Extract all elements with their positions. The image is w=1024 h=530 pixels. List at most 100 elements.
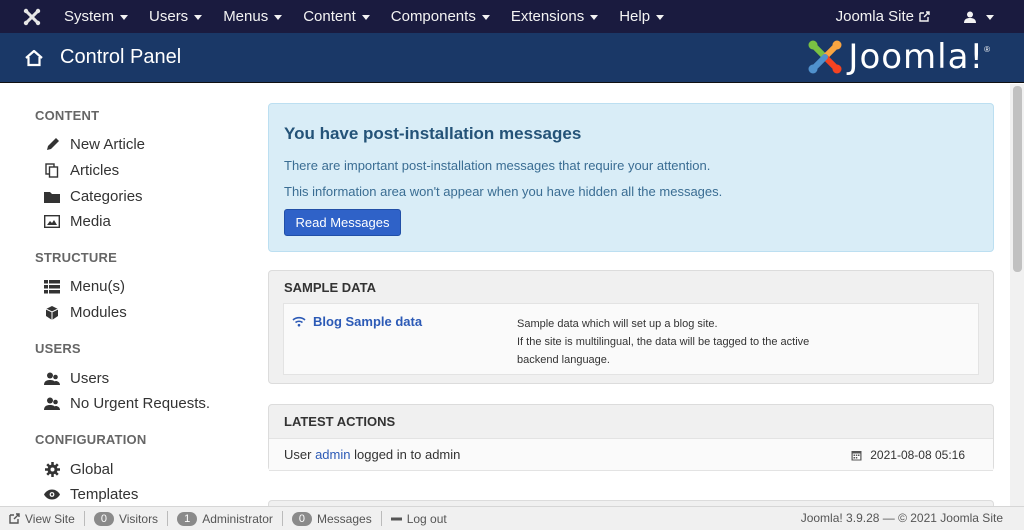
sidebar-item-media[interactable]: Media [43,213,111,230]
sidebar-item-label: Templates [70,486,139,503]
messages-link[interactable]: 0 Messages [283,511,381,527]
administrator-badge: 1 [177,511,198,526]
sidebar-item-categories[interactable]: Categories [43,188,143,205]
visitors-badge: 0 [93,511,114,526]
menu-extensions[interactable]: Extensions [510,0,599,33]
sidebar-item-new-article[interactable]: New Article [43,136,145,153]
description-line: backend language. [517,354,610,366]
version-copyright: Joomla! 3.9.28 — © 2021 Joomla Site [800,511,1003,525]
sidebar-item-modules[interactable]: Modules [43,304,127,321]
page-title: Control Panel [60,46,182,68]
sidebar-item-articles[interactable]: Articles [43,162,119,179]
sidebar-item-users[interactable]: Users [43,370,109,387]
alert-title: You have post-installation messages [284,124,582,143]
caret-down-icon [656,14,665,20]
read-messages-button[interactable]: Read Messages [284,209,401,236]
pencil-icon [43,137,61,153]
menu-label: Content [303,8,356,25]
sample-data-description: Sample data which will set up a blog sit… [517,315,809,369]
menu-label: System [64,8,115,25]
alert-text: This information area won't appear when … [284,184,723,199]
action-prefix: User [284,447,312,462]
sidebar-item-templates[interactable]: Templates [43,486,138,503]
menu-label: Extensions [510,8,585,25]
user-menu[interactable] [964,11,994,23]
sidebar-item-global[interactable]: Global [43,461,113,478]
sidebar-item-menus[interactable]: Menu(s) [43,278,125,295]
menu-menus[interactable]: Menus [223,0,283,33]
view-site-link[interactable]: View Site [0,511,84,527]
menu-label: Components [390,8,476,25]
action-date: 2021-08-08 05:16 [851,448,965,462]
sidebar-item-label: Modules [70,304,127,321]
wifi-icon [292,316,306,327]
user-icon [964,11,976,23]
card-title: SAMPLE DATA [284,280,376,295]
caret-down-icon [120,14,129,20]
home-icon [24,49,44,67]
joomla-site-link[interactable]: Joomla Site [836,8,930,25]
visitors-label: Visitors [118,511,159,526]
sidebar-item-label: New Article [70,136,146,153]
joomla-menu-icon[interactable] [0,0,64,33]
page-header: Control Panel Joomla! ® [0,33,1024,83]
brand-name: Joomla! [848,37,985,77]
alert-text: There are important post-installation me… [284,158,711,173]
scrollbar-thumb[interactable] [1013,86,1022,272]
sidebar-item-requests[interactable]: No Urgent Requests. [43,395,210,412]
minus-icon [390,517,402,520]
menu-system[interactable]: System [64,0,129,33]
visitors-status: 0 Visitors [85,511,167,527]
sidebar-item-label: Menu(s) [70,278,126,295]
external-link-icon [9,513,20,524]
sidebar-section-users: USERS [35,341,81,356]
sample-data-item: Blog Sample data Sample data which will … [283,303,979,375]
logout-link[interactable]: Log out [382,511,456,527]
site-link-label: Joomla Site [835,8,914,25]
sidebar-item-label: Articles [70,162,120,179]
caret-down-icon [194,14,203,20]
blog-sample-data-link[interactable]: Blog Sample data [292,314,422,329]
caret-down-icon [986,14,994,20]
joomla-logo-icon [808,40,842,74]
gear-icon [43,462,61,478]
messages-badge: 0 [291,511,312,526]
topnav-right: Joomla Site [836,0,994,33]
post-installation-alert: You have post-installation messages Ther… [268,103,994,252]
card-title: LATEST ACTIONS [284,414,396,429]
sidebar-item-label: Media [70,213,111,230]
image-icon [43,214,61,230]
caret-down-icon [361,14,370,20]
menu-components[interactable]: Components [391,0,490,33]
sidebar-item-label: Categories [70,188,143,205]
messages-label: Messages [317,511,372,526]
top-navbar: System Users Menus Content Components Ex… [0,0,1024,33]
menu-content[interactable]: Content [303,0,370,33]
registered-mark: ® [984,45,990,54]
latest-actions-card: LATEST ACTIONS User admin logged in to a… [268,404,994,471]
joomla-logo: Joomla! ® [806,37,990,77]
menu-users[interactable]: Users [149,0,203,33]
copy-icon [43,163,61,179]
action-suffix: logged in to admin [354,447,461,462]
view-site-label: View Site [25,511,75,526]
folder-icon [43,189,61,205]
sidebar-item-label: Global [70,461,114,478]
sidebar-section-structure: STRUCTURE [35,250,117,265]
description-line: If the site is multilingual, the data wi… [517,336,810,348]
action-user-link[interactable]: admin [315,447,350,462]
users-icon [43,371,61,387]
action-row: User admin logged in to admin 2021-08-08… [269,438,993,471]
eye-icon [43,487,61,503]
list-icon [43,279,61,295]
menu-help[interactable]: Help [619,0,665,33]
menu-label: Users [149,8,189,25]
caret-down-icon [590,14,599,20]
users-icon [43,396,61,412]
sidebar-section-configuration: CONFIGURATION [35,432,147,447]
status-bar: View Site 0 Visitors 1 Administrator 0 M… [0,506,1024,530]
description-line: Sample data which will set up a blog sit… [517,318,718,330]
menu-label: Menus [223,8,269,25]
caret-down-icon [481,14,490,20]
cube-icon [43,305,61,321]
